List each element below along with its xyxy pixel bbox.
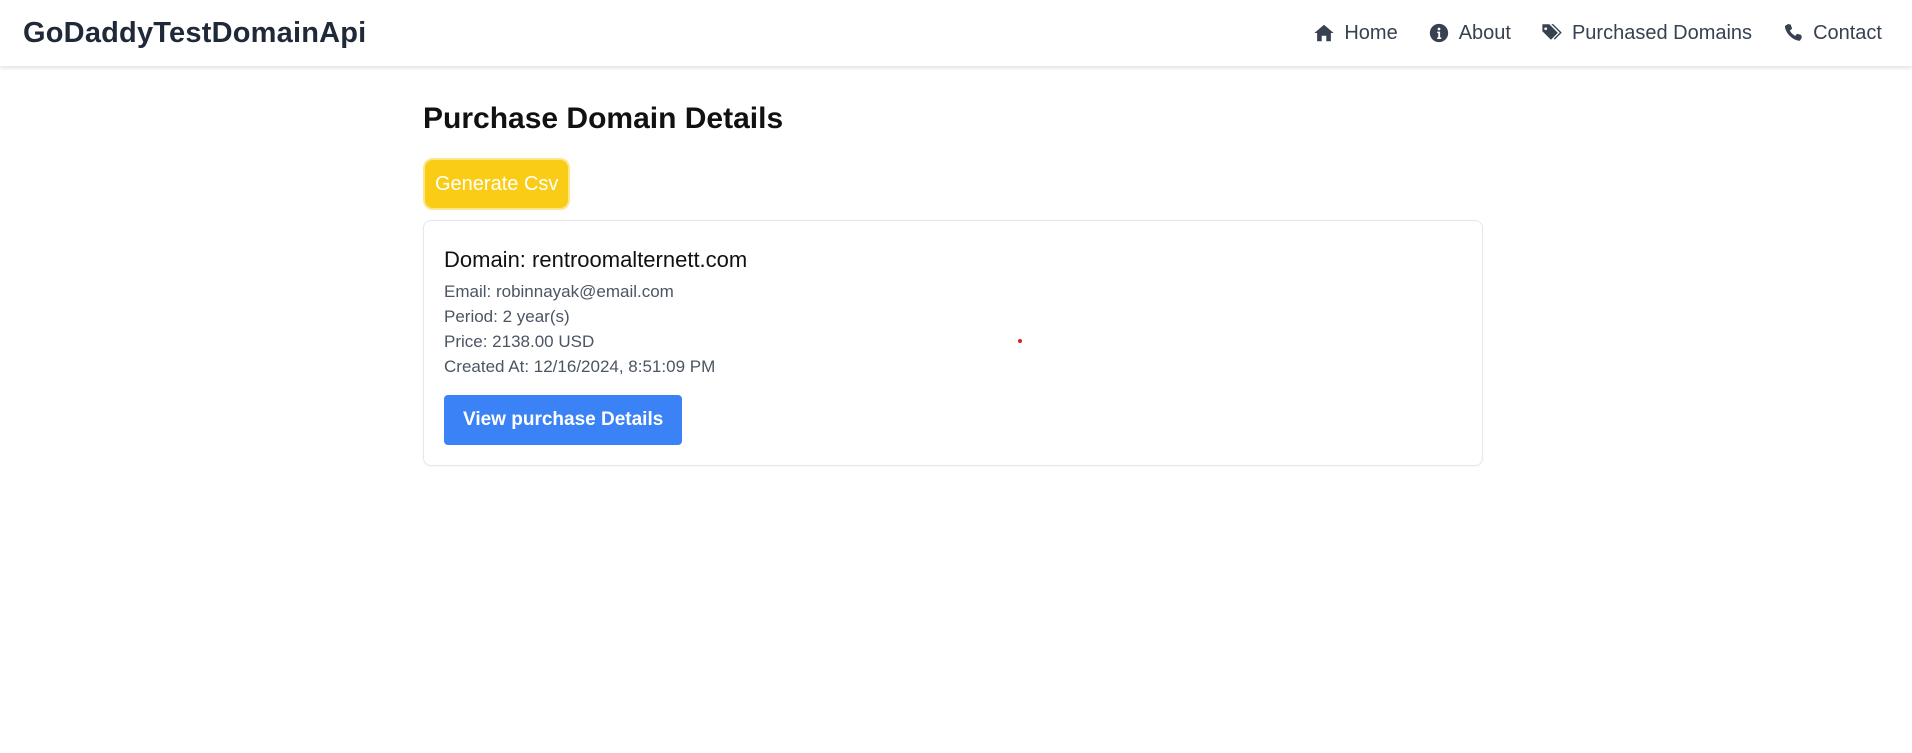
- nav-link-label: Purchased Domains: [1571, 21, 1753, 44]
- view-purchase-details-button[interactable]: View purchase Details: [444, 395, 683, 445]
- purchase-card: Domain: rentroomalternett.com Email: rob…: [423, 220, 1483, 466]
- page-title: Purchase Domain Details: [423, 102, 784, 135]
- phone-icon: [1784, 24, 1802, 41]
- nav-links: Home About Purchased Domains Contact: [1313, 22, 1889, 45]
- brand-logo-text[interactable]: GoDaddyTestDomainApi: [23, 17, 366, 50]
- nav-link-label: Contact: [1813, 21, 1882, 44]
- generate-csv-button[interactable]: Generate Csv: [423, 158, 571, 210]
- purchase-created-at: Created At: 12/16/2024, 8:51:09 PM: [444, 357, 716, 376]
- purchase-domain: Domain: rentroomalternett.com: [444, 247, 748, 272]
- tags-icon: [1542, 24, 1562, 40]
- purchase-period: Period: 2 year(s): [444, 307, 570, 326]
- nav-link-purchased-domains[interactable]: Purchased Domains: [1541, 22, 1752, 45]
- main-content: Purchase Domain Details Generate Csv Dom…: [423, 100, 1483, 466]
- nav-link-label: Home: [1344, 21, 1398, 44]
- nav-link-home[interactable]: Home: [1313, 21, 1398, 45]
- nav-link-label: About: [1458, 21, 1511, 44]
- purchase-price: Price: 2138.00 USD: [444, 332, 595, 351]
- nav-link-contact[interactable]: Contact: [1782, 22, 1882, 45]
- purchase-email: Email: robinnayak@email.com: [444, 282, 674, 301]
- top-navbar: GoDaddyTestDomainApi Home About Purchase…: [0, 0, 1912, 66]
- nav-link-about[interactable]: About: [1428, 22, 1511, 45]
- home-icon: [1314, 24, 1334, 42]
- info-circle-icon: [1429, 23, 1448, 43]
- cursor-marker: [1018, 339, 1022, 343]
